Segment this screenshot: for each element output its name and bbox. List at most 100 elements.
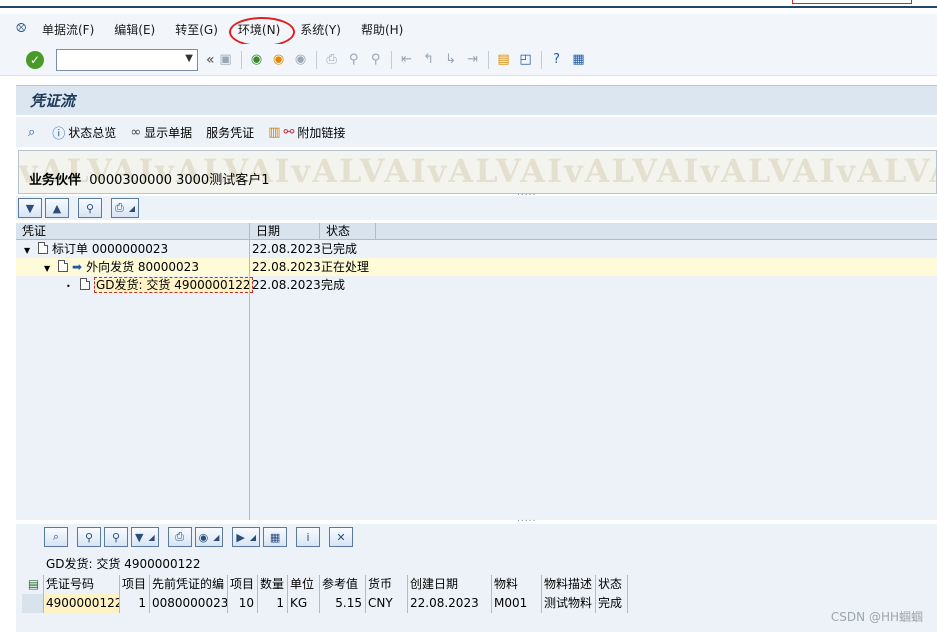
new-session-icon[interactable]: ▤ bbox=[495, 51, 513, 69]
col-doc-number[interactable]: 凭证号码 bbox=[44, 575, 120, 594]
tree-toolbar: ▼ ▲ ⚲ ⎙ ◢ bbox=[16, 196, 937, 220]
cell-prev-doc: 0080000023 bbox=[150, 594, 228, 613]
dropdown-caret-icon: ◢ bbox=[148, 532, 155, 542]
print-tree-button[interactable]: ⎙ ◢ bbox=[111, 198, 139, 218]
enter-icon[interactable]: ✓ bbox=[26, 50, 44, 69]
menu-window-icon[interactable]: ⮾ bbox=[16, 22, 32, 36]
last-page-icon[interactable]: ⇥ bbox=[464, 51, 482, 69]
menu-goto[interactable]: 转至(G) bbox=[175, 21, 218, 38]
help-icon[interactable]: ? bbox=[548, 51, 566, 69]
col-prev-item[interactable]: 项目 bbox=[228, 575, 258, 594]
tree-row-selected[interactable]: • GD发货: 交货 4900000122 22.08.2023 完成 bbox=[16, 276, 937, 294]
detail-view-button[interactable]: ⌕ bbox=[44, 527, 68, 547]
col-material-desc[interactable]: 物料描述 bbox=[542, 575, 596, 594]
leaf-node-icon: • bbox=[66, 282, 71, 291]
prev-toolbar-icon[interactable]: « bbox=[206, 52, 215, 68]
col-created-date[interactable]: 创建日期 bbox=[408, 575, 492, 594]
print-icon[interactable]: ⎙ bbox=[323, 51, 341, 69]
cancel-icon[interactable]: ◉ bbox=[292, 51, 310, 69]
command-input[interactable] bbox=[57, 49, 175, 70]
col-unit[interactable]: 单位 bbox=[288, 575, 320, 594]
shortcut-icon[interactable]: ◰ bbox=[517, 51, 535, 69]
csdn-watermark: CSDN @HH蝈蝈 bbox=[830, 610, 923, 624]
cell-item: 1 bbox=[120, 594, 150, 613]
menu-document-flow[interactable]: 单据流(F) bbox=[42, 21, 94, 38]
layout-menu-icon[interactable]: ▦ bbox=[570, 51, 588, 69]
cell-created-date: 22.08.2023 bbox=[408, 594, 492, 613]
cell-status: 完成 bbox=[596, 594, 628, 613]
export-button[interactable]: ▶ ◢ bbox=[232, 527, 261, 547]
expanded-node-icon[interactable]: ▼ bbox=[44, 260, 54, 277]
col-status[interactable]: 状态 bbox=[320, 223, 376, 240]
business-partner: 业务伙伴 0000300000 3000测试客户1 bbox=[29, 169, 269, 188]
find-icon[interactable]: ⚲ bbox=[345, 51, 363, 69]
expand-all-button[interactable]: ▼ bbox=[18, 198, 42, 218]
col-currency[interactable]: 货币 bbox=[366, 575, 408, 594]
info-button[interactable]: i bbox=[296, 527, 321, 547]
detail-toolbar: ⌕ ⚲ ⚲ ▼ ◢ ⎙ ◉ ◢ ▶ ◢ ▦ i ✕ bbox=[16, 524, 937, 550]
prev-page-icon[interactable]: ↰ bbox=[420, 51, 438, 69]
document-icon bbox=[38, 242, 48, 254]
col-document[interactable]: 凭证 bbox=[16, 223, 250, 240]
find-next-icon[interactable]: ⚲ bbox=[367, 51, 385, 69]
menu-system[interactable]: 系统(Y) bbox=[300, 21, 341, 38]
splitter-handle[interactable]: ..... bbox=[517, 514, 536, 524]
menu-edit[interactable]: 编辑(E) bbox=[114, 21, 155, 38]
info-icon: ⓘ bbox=[52, 126, 66, 142]
save-icon[interactable]: ▣ bbox=[217, 51, 235, 69]
attach-link-button[interactable]: ▥ ⚯ 附加链接 bbox=[268, 124, 345, 141]
toolbar-separator bbox=[315, 50, 317, 69]
tree-date: 22.08.2023 bbox=[252, 278, 321, 292]
title-bar: 凭证流 bbox=[16, 85, 937, 115]
cell-prev-item: 10 bbox=[228, 594, 258, 613]
status-overview-button[interactable]: ⓘ 状态总览 bbox=[52, 123, 116, 142]
command-field[interactable]: ▼ bbox=[56, 48, 198, 71]
arrow-right-icon: ➡ bbox=[72, 260, 83, 274]
dropdown-caret-icon: ◢ bbox=[213, 532, 220, 542]
highlight-circle bbox=[229, 17, 295, 47]
find-next-button[interactable]: ⚲ bbox=[104, 527, 128, 547]
back-icon[interactable]: ◉ bbox=[248, 51, 266, 69]
print-button[interactable]: ⎙ bbox=[167, 527, 192, 547]
col-date[interactable]: 日期 bbox=[250, 223, 320, 240]
col-item[interactable]: 项目 bbox=[120, 575, 150, 594]
col-prev-doc[interactable]: 先前凭证的编 bbox=[150, 575, 228, 594]
filter-button[interactable]: ▼ ◢ bbox=[131, 527, 159, 547]
tree-row[interactable]: ▼ 标订单 0000000023 22.08.2023 已完成 bbox=[16, 240, 937, 258]
find-button[interactable]: ⚲ bbox=[77, 527, 101, 547]
row-selector[interactable] bbox=[22, 594, 44, 613]
service-document-button[interactable]: 服务凭证 bbox=[206, 124, 254, 141]
attach-link-label: 附加链接 bbox=[297, 125, 346, 140]
col-ref-value[interactable]: 参考值 bbox=[320, 575, 366, 594]
cell-doc-number[interactable]: 4900000122 bbox=[44, 594, 120, 613]
layout-button[interactable]: ▦ bbox=[263, 527, 288, 547]
cell-ref-value: 5.15 bbox=[320, 594, 366, 613]
tree-node-label: 标订单 0000000023 bbox=[52, 242, 169, 256]
tree-status: 正在处理 bbox=[321, 260, 370, 274]
tree-column-divider[interactable] bbox=[249, 223, 250, 520]
tree-node-cell: ▼ ➡ 外向发货 80000023 bbox=[44, 259, 199, 276]
collapse-all-button[interactable]: ▲ bbox=[45, 198, 69, 218]
col-material[interactable]: 物料 bbox=[492, 575, 542, 594]
chevron-down-icon[interactable]: ▼ bbox=[185, 53, 193, 64]
col-status[interactable]: 状态 bbox=[596, 575, 628, 594]
display-detail-button[interactable]: ⌕ bbox=[28, 125, 38, 140]
toolbar-separator bbox=[540, 50, 542, 69]
expanded-node-icon[interactable]: ▼ bbox=[24, 242, 34, 259]
views-button[interactable]: ◉ ◢ bbox=[194, 527, 224, 547]
tree-date: 22.08.2023 bbox=[252, 242, 321, 256]
tree-row[interactable]: ▼ ➡ 外向发货 80000023 22.08.2023 正在处理 bbox=[16, 258, 937, 276]
select-all-icon[interactable]: ▤ bbox=[22, 575, 44, 594]
exit-icon[interactable]: ◉ bbox=[270, 51, 288, 69]
next-page-icon[interactable]: ↳ bbox=[442, 51, 460, 69]
menu-help[interactable]: 帮助(H) bbox=[361, 21, 403, 38]
tree-node-label: GD发货: 交货 4900000122 bbox=[94, 277, 253, 293]
first-page-icon[interactable]: ⇤ bbox=[398, 51, 416, 69]
toolbar-separator bbox=[487, 50, 489, 69]
find-tree-button[interactable]: ⚲ bbox=[78, 198, 102, 218]
document-icon bbox=[58, 260, 68, 272]
close-detail-button[interactable]: ✕ bbox=[329, 527, 354, 547]
status-overview-label: 状态总览 bbox=[68, 125, 117, 140]
col-quantity[interactable]: 数量 bbox=[258, 575, 288, 594]
display-document-button[interactable]: ∞ 显示单据 bbox=[130, 124, 192, 141]
